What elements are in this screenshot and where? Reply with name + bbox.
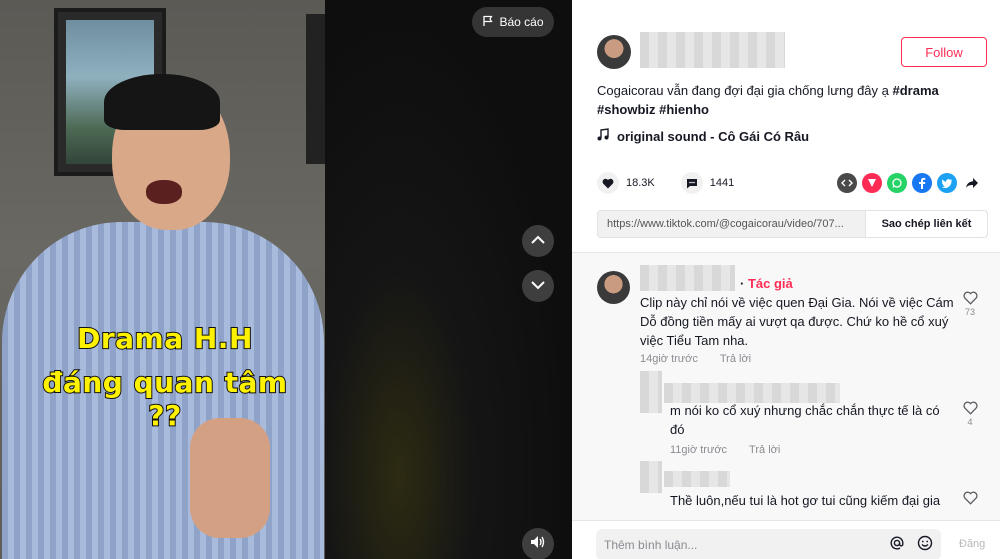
reply-avatar-blurred[interactable] <box>640 371 662 413</box>
reply-time: 11giờ trước <box>670 444 728 456</box>
music-note-icon <box>597 128 609 144</box>
copy-link-button[interactable]: Sao chép liên kết <box>865 211 987 237</box>
author-avatar[interactable] <box>597 35 631 69</box>
hashtag-drama[interactable]: #drama <box>892 83 938 98</box>
speaker-icon <box>530 535 546 554</box>
report-button[interactable]: Báo cáo <box>472 7 554 37</box>
author-name-blurred <box>640 32 785 68</box>
heart-icon <box>597 172 619 194</box>
emoji-icon[interactable] <box>917 535 933 554</box>
reply-like[interactable] <box>960 491 980 507</box>
comment-stat[interactable]: 1441 <box>680 172 735 194</box>
reply-text: m nói ko cổ xuý nhưng chắc chắn thực tế … <box>670 403 940 437</box>
comment-avatar[interactable] <box>597 271 630 304</box>
volume-button[interactable] <box>522 528 554 559</box>
video-caption-line1: Drama H.H <box>76 321 253 356</box>
person-cap <box>104 74 220 130</box>
heart-outline-icon <box>962 401 978 417</box>
like-stat[interactable]: 18.3K <box>597 172 655 194</box>
reply-avatar-blurred[interactable] <box>640 461 662 493</box>
heart-outline-icon <box>962 491 978 507</box>
wall-picture-edge <box>306 14 325 164</box>
like-count: 4 <box>967 417 973 427</box>
reply-author-blurred <box>664 471 730 487</box>
comment-input[interactable]: Thêm bình luận... <box>596 529 941 559</box>
person-mouth <box>146 180 182 204</box>
video-frame: Drama H.H đáng quan tâm ?? <box>0 0 325 559</box>
reply-text: Thề luôn,nếu tui là hot gơ tui cũng kiếm… <box>670 493 941 508</box>
mention-icon[interactable] <box>889 535 905 554</box>
comment-like[interactable]: 73 <box>960 291 980 317</box>
share-arrow-icon[interactable] <box>962 173 982 193</box>
video-link-url[interactable]: https://www.tiktok.com/@cogaicorau/video… <box>598 218 865 230</box>
comment-author-blurred <box>640 265 735 291</box>
tiktok-video-page: Drama H.H đáng quan tâm ?? Báo cáo Follo… <box>0 0 1000 559</box>
hashtag-showbiz[interactable]: #showbiz <box>597 102 656 117</box>
previous-video-button[interactable] <box>522 225 554 257</box>
video-player[interactable]: Drama H.H đáng quan tâm ?? Báo cáo <box>0 0 572 559</box>
heart-outline-icon <box>962 291 978 307</box>
author-tag: · Tác giả <box>740 276 793 291</box>
share-row <box>837 173 982 193</box>
reply-author-blurred <box>664 383 840 403</box>
stats-row: 18.3K 1441 <box>597 172 760 194</box>
whatsapp-icon[interactable] <box>887 173 907 193</box>
twitter-icon[interactable] <box>937 173 957 193</box>
flag-icon <box>482 15 494 30</box>
send-icon[interactable] <box>862 173 882 193</box>
comment-text: Clip này chỉ nói về việc quen Đại Gia. N… <box>640 295 954 348</box>
video-link-box: https://www.tiktok.com/@cogaicorau/video… <box>597 210 988 238</box>
like-count: 73 <box>964 307 975 317</box>
music-title: original sound - Cô Gái Có Râu <box>617 128 810 144</box>
next-video-button[interactable] <box>522 270 554 302</box>
follow-button[interactable]: Follow <box>901 37 987 67</box>
music-link[interactable]: original sound - Cô Gái Có Râu <box>597 128 809 144</box>
comment-placeholder: Thêm bình luận... <box>604 537 698 552</box>
reply-like[interactable]: 4 <box>960 401 980 427</box>
post-comment-button[interactable]: Đăng <box>959 538 985 550</box>
input-icons <box>889 535 933 554</box>
facebook-icon[interactable] <box>912 173 932 193</box>
comment-list: · Tác giả Clip này chỉ nói về việc quen … <box>572 253 1000 520</box>
report-label: Báo cáo <box>499 15 544 29</box>
chevron-down-icon <box>530 277 546 295</box>
reply-meta: 11giờ trước Trả lời <box>670 444 780 456</box>
comment-time: 14giờ trước <box>640 353 698 365</box>
comment-input-bar: Thêm bình luận... Đăng <box>572 520 1000 559</box>
comment-count: 1441 <box>709 177 735 189</box>
comment-icon <box>680 172 703 194</box>
info-panel: Follow Cogaicorau vẫn đang đợi đại gia c… <box>572 0 1000 559</box>
chevron-up-icon <box>530 232 546 250</box>
person-hands <box>190 418 270 538</box>
reply-button[interactable]: Trả lời <box>720 353 751 365</box>
hashtag-hienho[interactable]: #hienho <box>659 102 709 117</box>
comment-meta: 14giờ trước Trả lời <box>640 353 751 365</box>
reply-button[interactable]: Trả lời <box>749 444 780 456</box>
embed-icon[interactable] <box>837 173 857 193</box>
like-count: 18.3K <box>626 177 655 189</box>
video-description: Cogaicorau vẫn đang đợi đại gia chống lư… <box>597 81 987 119</box>
video-caption-line2: đáng quan tâm ?? <box>41 365 288 433</box>
description-text: Cogaicorau vẫn đang đợi đại gia chống lư… <box>597 83 893 98</box>
